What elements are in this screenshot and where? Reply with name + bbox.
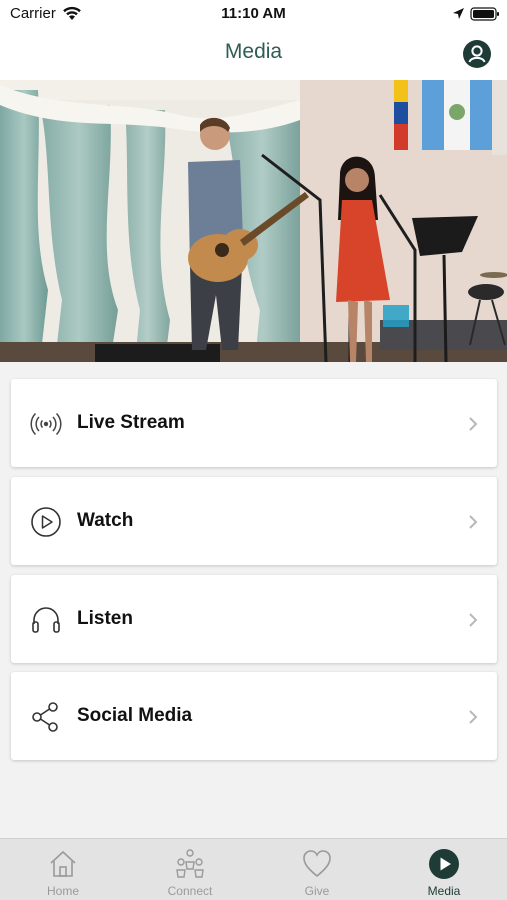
tab-media[interactable]: Media [381, 839, 507, 900]
profile-icon[interactable] [463, 40, 491, 68]
navigation-bar: Media [0, 30, 507, 80]
tab-label: Home [46, 884, 79, 898]
chevron-right-icon [469, 417, 478, 431]
menu-item-watch[interactable]: Watch [11, 477, 497, 565]
menu-item-label: Live Stream [77, 412, 185, 433]
broadcast-icon [30, 412, 62, 436]
play-circle-filled-icon [429, 849, 459, 879]
status-time: 11:10 AM [221, 5, 286, 22]
tab-label: Connect [167, 884, 213, 898]
people-icon [176, 849, 204, 878]
tab-label: Media [427, 884, 461, 898]
status-bar: Carrier 11:10 AM [0, 0, 507, 30]
menu-item-label: Watch [77, 510, 134, 531]
share-icon [32, 702, 58, 732]
tab-bar: Home Connect Give Media [0, 838, 507, 900]
chevron-right-icon [469, 613, 478, 627]
menu-item-live-stream[interactable]: Live Stream [11, 379, 497, 467]
tab-home[interactable]: Home [0, 839, 126, 900]
chevron-right-icon [469, 515, 478, 529]
chevron-right-icon [469, 710, 478, 724]
menu-item-label: Listen [77, 608, 133, 629]
battery-icon [470, 7, 499, 21]
heart-icon [303, 850, 331, 878]
page-title: Media [224, 40, 283, 63]
home-icon [50, 850, 76, 877]
hero-image [0, 80, 507, 362]
tab-label: Give [304, 884, 330, 898]
headphones-icon [32, 607, 60, 633]
tab-give[interactable]: Give [254, 839, 380, 900]
menu-item-label: Social Media [77, 705, 193, 726]
menu-item-listen[interactable]: Listen [11, 575, 497, 663]
play-circle-icon [31, 507, 61, 537]
location-arrow-icon [453, 8, 464, 19]
tab-connect[interactable]: Connect [127, 839, 253, 900]
menu-item-social-media[interactable]: Social Media [11, 672, 497, 760]
